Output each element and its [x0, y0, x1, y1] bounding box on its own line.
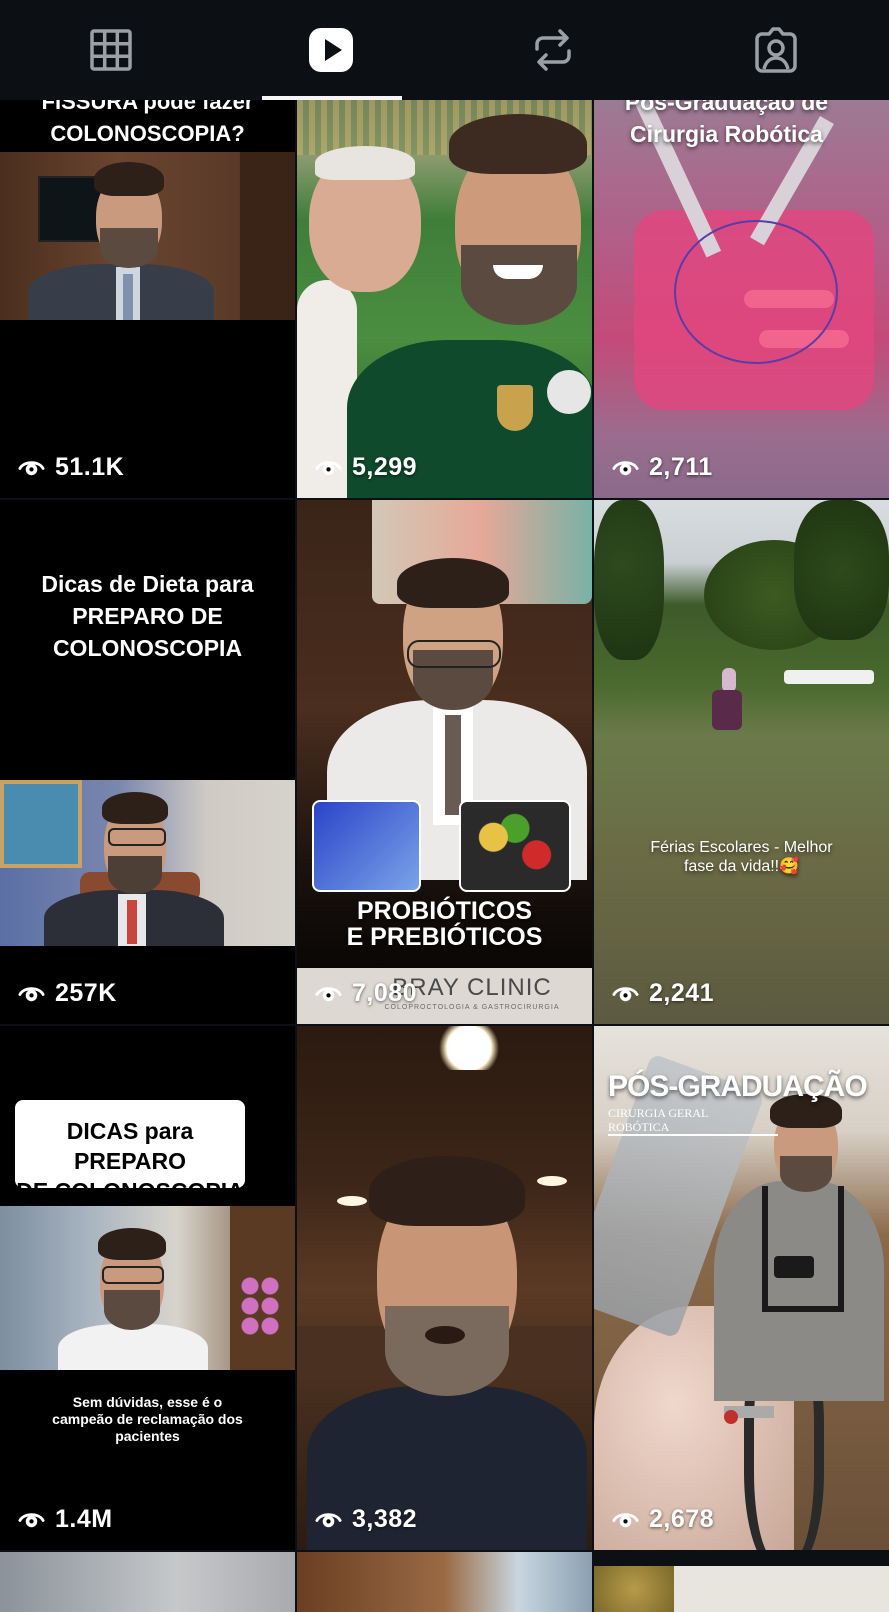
- view-count: 2,711: [612, 453, 713, 482]
- reel-title: PROBIÓTICOS E PREBIÓTICOS: [346, 897, 543, 951]
- view-count: 1.4M: [18, 1505, 113, 1534]
- reel-caption: Férias Escolares - Melhor fase da vida!!…: [650, 839, 833, 875]
- reel-tile-9[interactable]: PÓS-GRADUAÇÃO CIRURGIA GERAL ROBÓTICA 2,…: [594, 1026, 889, 1550]
- eye-icon: [18, 1513, 45, 1528]
- tagged-icon: [755, 27, 797, 73]
- reel-tile-7[interactable]: DICAS para PREPARO DE COLONOSCOPIA Sem d…: [0, 1026, 295, 1550]
- view-count-text: 7,080: [352, 979, 418, 1007]
- eye-icon: [315, 1513, 342, 1528]
- reel-tile-5[interactable]: PROBIÓTICOS E PREBIÓTICOS BRAY CLINIC CO…: [297, 500, 592, 1024]
- reel-tile-3[interactable]: Pós-Graduação de Cirurgia Robótica 2,711: [594, 100, 889, 498]
- reel-tile-10[interactable]: [0, 1552, 295, 1612]
- reel-title: DICAS para PREPARO DE COLONOSCOPIA: [16, 1118, 244, 1204]
- reel-thumbnail: [594, 1026, 889, 1550]
- reel-title: Pós-Graduação de Cirurgia Robótica: [624, 100, 829, 147]
- reel-thumbnail: [594, 100, 889, 498]
- reel-tile-12[interactable]: [594, 1552, 889, 1612]
- reel-tile-4[interactable]: Dicas de Dieta para PREPARO DE COLONOSCO…: [0, 500, 295, 1024]
- reel-thumbnail: [297, 1026, 592, 1550]
- view-count: 5,299: [315, 453, 417, 482]
- reel-tile-6[interactable]: Férias Escolares - Melhor fase da vida!!…: [594, 500, 889, 1024]
- view-count-text: 2,241: [649, 979, 715, 1007]
- grid-icon: [90, 29, 132, 71]
- title-divider: [608, 1134, 778, 1136]
- reel-thumbnail: [594, 500, 889, 1024]
- reel-title: Dicas de Dieta para PREPARO DE COLONOSCO…: [41, 571, 254, 661]
- reel-thumbnail: [0, 152, 295, 320]
- eye-icon: [315, 987, 342, 1002]
- tab-reels[interactable]: [220, 0, 442, 100]
- view-count: 2,678: [612, 1505, 714, 1534]
- reels-icon: [309, 28, 353, 72]
- reel-tile-2[interactable]: 5,299: [297, 100, 592, 498]
- reel-caption: Sem dúvidas, esse é o campeão de reclama…: [52, 1394, 243, 1444]
- eye-icon: [18, 461, 45, 476]
- tab-posts[interactable]: [0, 0, 222, 100]
- view-count-text: 51.1K: [55, 453, 125, 481]
- view-count: 51.1K: [18, 453, 124, 482]
- view-count: 7,080: [315, 979, 417, 1008]
- view-count: 257K: [18, 979, 117, 1008]
- view-count-text: 1.4M: [55, 1505, 113, 1533]
- reel-subtitle: CIRURGIA GERAL ROBÓTICA: [608, 1106, 709, 1134]
- eye-icon: [315, 461, 342, 476]
- eye-icon: [612, 461, 639, 476]
- reel-tile-1[interactable]: FISSURA pode fazer COLONOSCOPIA? 51.1K: [0, 100, 295, 498]
- eye-icon: [18, 987, 45, 1002]
- eye-icon: [612, 987, 639, 1002]
- tab-reposts[interactable]: [442, 0, 664, 100]
- reel-thumbnail: [0, 780, 295, 946]
- view-count-text: 3,382: [352, 1505, 418, 1533]
- view-count-text: 5,299: [352, 453, 418, 481]
- reel-tile-11[interactable]: [297, 1552, 592, 1612]
- view-count-text: 2,711: [649, 453, 713, 481]
- profile-tab-bar: [0, 0, 889, 100]
- reel-title: FISSURA pode fazer COLONOSCOPIA?: [41, 100, 254, 146]
- reel-thumbnail: [0, 1206, 295, 1370]
- reel-title: PÓS-GRADUAÇÃO: [608, 1070, 868, 1103]
- reposts-icon: [535, 29, 571, 71]
- eye-icon: [612, 1513, 639, 1528]
- tab-tagged[interactable]: [665, 0, 887, 100]
- active-tab-indicator: [262, 96, 402, 100]
- view-count: 2,241: [612, 979, 714, 1008]
- view-count-text: 257K: [55, 979, 117, 1007]
- reel-tile-8[interactable]: 3,382: [297, 1026, 592, 1550]
- view-count-text: 2,678: [649, 1505, 715, 1533]
- view-count: 3,382: [315, 1505, 417, 1534]
- reel-thumbnail: [297, 100, 592, 498]
